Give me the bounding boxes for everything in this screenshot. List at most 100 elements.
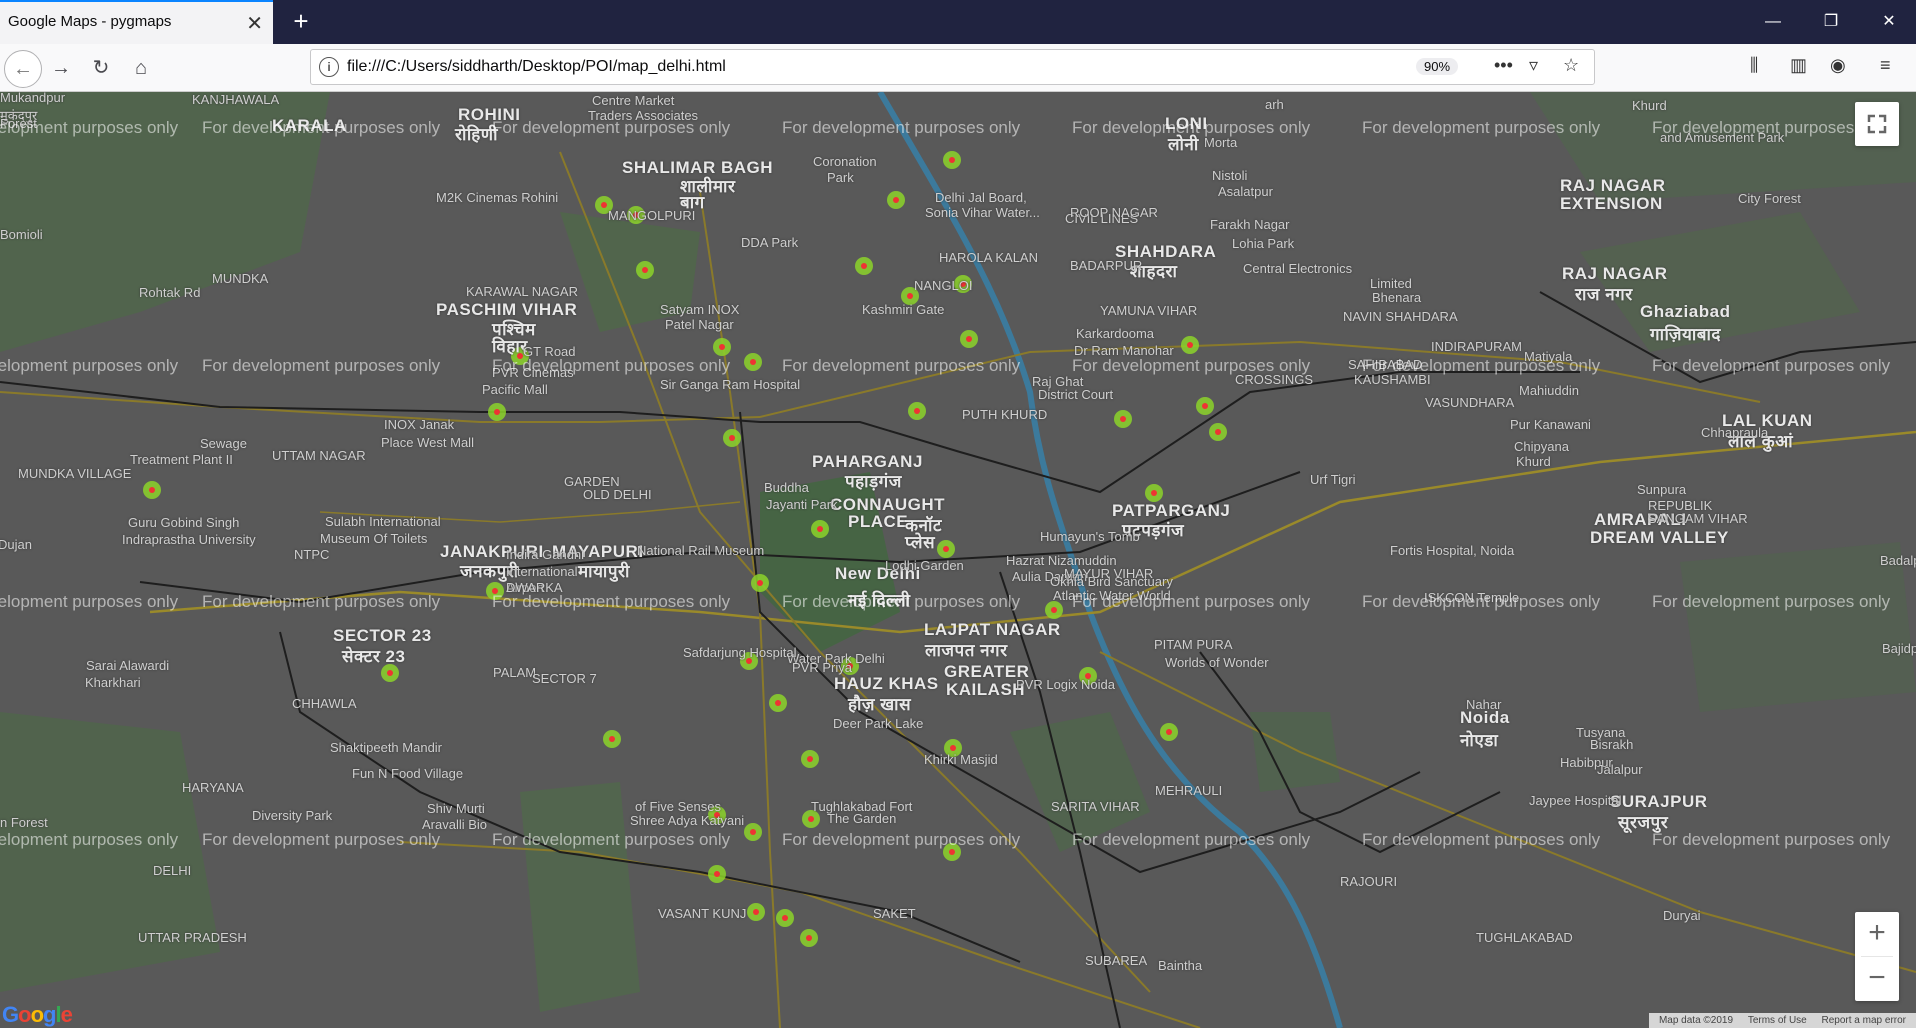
- map-canvas[interactable]: ROHINI रोहिणी SHALIMAR BAGH शालीमार बाग KARAL…: [0, 92, 1916, 1028]
- fullscreen-button[interactable]: [1855, 102, 1899, 146]
- watermark-text: For development purposes only: [0, 830, 179, 849]
- watermark-text: For development purposes only: [492, 356, 731, 375]
- page-actions-icon[interactable]: •••: [1494, 55, 1513, 76]
- new-tab-button[interactable]: +: [284, 4, 318, 38]
- watermark-text: For development purposes only: [782, 830, 1021, 849]
- place-label: Chipyana: [1514, 439, 1569, 454]
- url-text[interactable]: file:///C:/Users/siddharth/Desktop/POI/m…: [347, 58, 726, 76]
- close-window-button[interactable]: ✕: [1866, 8, 1912, 36]
- place-label: नोएडा: [1460, 731, 1499, 750]
- watermark-text: For development purposes only: [492, 118, 731, 137]
- place-label: Worlds of Wonder: [1165, 655, 1269, 670]
- place-label: Duryai: [1663, 908, 1701, 923]
- poi-point-core: [817, 526, 823, 532]
- browser-tab[interactable]: Google Maps - pygmaps ✕: [0, 0, 273, 44]
- place-label: गाज़ियाबाद: [1650, 325, 1721, 344]
- reload-button[interactable]: ↻: [86, 53, 116, 83]
- watermark-text: For development purposes only: [1362, 118, 1601, 137]
- poi-point-core: [782, 915, 788, 921]
- place-label: MAYUR VIHAR: [1064, 566, 1154, 581]
- place-label: Diversity Park: [252, 808, 333, 823]
- place-label: लाजपत नगर: [925, 641, 1008, 660]
- watermark-text: For development purposes only: [492, 592, 731, 611]
- place-label: Satyam INOX: [660, 302, 740, 317]
- pocket-icon[interactable]: ▿: [1529, 55, 1538, 76]
- place-label: Shree Adya Katyani: [630, 813, 745, 828]
- place-label: CHHAWLA: [292, 696, 357, 711]
- place-label: Urf Tigri: [1310, 472, 1356, 487]
- place-label: PVR Logix Noida: [1016, 677, 1115, 692]
- place-label: Guru Gobind Singh: [128, 515, 240, 530]
- place-label: Jaypee Hospital: [1529, 793, 1622, 808]
- info-icon[interactable]: i: [319, 57, 339, 77]
- place-label: PALAM: [493, 665, 537, 680]
- watermark-text: For development purposes only: [202, 356, 441, 375]
- poi-point-core: [387, 670, 393, 676]
- watermark-text: For development purposes only: [1072, 118, 1311, 137]
- poi-point-core: [775, 700, 781, 706]
- place-label: Patel Nagar: [665, 317, 734, 332]
- zoom-out-button[interactable]: −: [1855, 957, 1899, 1001]
- place-label: SANGAM VIHAR: [1648, 511, 1748, 526]
- zoom-in-button[interactable]: +: [1855, 912, 1899, 956]
- place-label: National Rail Museum: [637, 543, 765, 558]
- menu-icon[interactable]: ≡: [1880, 55, 1891, 76]
- place-label: SUBAREA: [1085, 953, 1148, 968]
- place-label: Delhi Jal Board,: [935, 190, 1027, 205]
- place-label: राज नगर: [1575, 285, 1633, 304]
- place-label: VASANT KUNJ: [658, 906, 747, 921]
- forward-button[interactable]: →: [46, 53, 76, 83]
- report-error-link[interactable]: Report a map error: [1822, 1015, 1906, 1026]
- poi-point-core: [949, 157, 955, 163]
- place-label: NTPC: [294, 547, 330, 562]
- place-label: Ghaziabad: [1640, 302, 1731, 321]
- place-label: Centre Market: [592, 93, 675, 108]
- restore-button[interactable]: ❐: [1808, 8, 1854, 36]
- place-label: Pacific Mall: [482, 382, 548, 397]
- watermark-text: For development purposes only: [1362, 356, 1601, 375]
- place-label: PVR Priya: [792, 660, 852, 675]
- watermark-text: For development purposes only: [782, 356, 1021, 375]
- library-icon[interactable]: ⫼: [1750, 55, 1758, 76]
- place-label: Sunpura: [1637, 482, 1687, 497]
- watermark-text: For development purposes only: [1652, 356, 1891, 375]
- google-logo: Google: [2, 1002, 73, 1027]
- place-label: Fortis Hospital, Noida: [1390, 543, 1515, 558]
- poi-point-core: [719, 344, 725, 350]
- account-icon[interactable]: ◉: [1830, 55, 1846, 76]
- place-label: Bomioli: [0, 227, 43, 242]
- poi-point-core: [609, 736, 615, 742]
- place-label: PITAM PURA: [1154, 637, 1233, 652]
- minimize-button[interactable]: —: [1750, 8, 1796, 36]
- place-label: Jalalpur: [1597, 762, 1643, 777]
- sidebar-icon[interactable]: ▥: [1790, 55, 1807, 76]
- place-label: Karkardooma: [1076, 326, 1155, 341]
- place-label: UTTAM NAGAR: [272, 448, 366, 463]
- place-label: SECTOR 7: [532, 671, 597, 686]
- tab-close-icon[interactable]: ✕: [246, 11, 263, 36]
- place-label: मायापुरी: [578, 562, 630, 581]
- poi-point-core: [1120, 416, 1126, 422]
- place-label: TUGHLAKABAD: [1476, 930, 1573, 945]
- place-label: SARITA VIHAR: [1051, 799, 1140, 814]
- back-button[interactable]: ←: [4, 50, 42, 88]
- place-label: DELHI: [153, 863, 192, 878]
- place-label: Bisrakh: [1590, 737, 1634, 752]
- poi-point-core: [1187, 342, 1193, 348]
- poi-point-core: [714, 871, 720, 877]
- poi-point-core: [966, 336, 972, 342]
- home-button[interactable]: ⌂: [126, 53, 156, 83]
- place-label: LAJPAT NAGAR: [924, 620, 1061, 639]
- poi-point-core: [1166, 729, 1172, 735]
- terms-link[interactable]: Terms of Use: [1748, 1015, 1807, 1026]
- bookmark-star-icon[interactable]: ☆: [1563, 55, 1579, 76]
- place-label: Indraprastha University: [122, 532, 256, 547]
- place-label: Fun N Food Village: [352, 766, 464, 781]
- url-bar[interactable]: i file:///C:/Users/siddharth/Desktop/POI…: [310, 49, 1595, 85]
- zoom-level-badge[interactable]: 90%: [1416, 58, 1459, 75]
- place-label: YAMUNA VIHAR: [1100, 303, 1198, 318]
- zoom-control: + −: [1855, 912, 1899, 1001]
- place-label: Pur Kanawani: [1510, 417, 1591, 432]
- place-label: Chhapraula: [1701, 425, 1769, 440]
- place-label: Coronation: [813, 154, 877, 169]
